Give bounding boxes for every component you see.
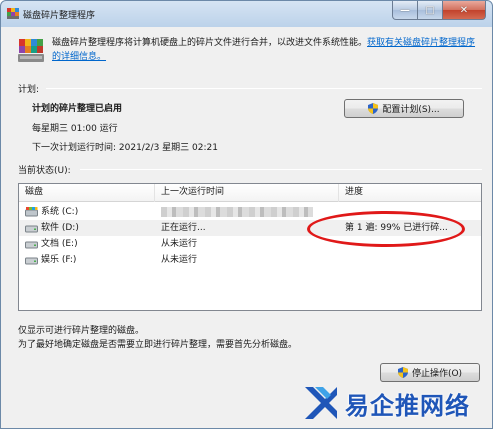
list-header: 磁盘 上一次运行时间 进度 bbox=[19, 184, 481, 202]
minimize-icon: — bbox=[400, 4, 410, 16]
drive-icon bbox=[25, 257, 38, 265]
schedule-next-run: 下一次计划运行时间: 2021/2/3 星期三 02:21 bbox=[32, 143, 218, 153]
footer-note-1: 仅显示可进行碎片整理的磁盘。 bbox=[18, 326, 145, 336]
schedule-section-label: 计划: bbox=[18, 85, 40, 95]
last-run: 从未运行 bbox=[161, 255, 198, 265]
title-bar[interactable]: 磁盘碎片整理程序 — □ ✕ bbox=[1, 1, 492, 27]
close-icon: ✕ bbox=[459, 4, 469, 16]
uac-shield-icon bbox=[368, 103, 379, 114]
intro-description: 磁盘碎片整理程序将计算机硬盘上的碎片文件进行合并，以改进文件系统性能。获取有关磁… bbox=[52, 36, 482, 64]
column-header-last-run[interactable]: 上一次运行时间 bbox=[155, 184, 339, 202]
watermark: 易企推网络 bbox=[301, 379, 491, 427]
maximize-icon: □ bbox=[425, 4, 435, 16]
drive-icon bbox=[25, 241, 38, 249]
column-header-disk[interactable]: 磁盘 bbox=[19, 184, 155, 202]
schedule-runs: 每星期三 01:00 运行 bbox=[32, 124, 118, 134]
schedule-heading: 计划的碎片整理已启用 bbox=[32, 104, 123, 114]
defrag-disk-icon bbox=[18, 39, 44, 62]
column-header-progress[interactable]: 进度 bbox=[339, 184, 481, 202]
close-button[interactable]: ✕ bbox=[443, 1, 486, 20]
disk-name: 软件 (D:) bbox=[41, 223, 79, 233]
uac-shield-icon bbox=[397, 367, 408, 378]
obscured-last-run bbox=[161, 207, 313, 217]
configure-schedule-label: 配置计划(S)... bbox=[382, 105, 440, 115]
status-separator bbox=[80, 169, 482, 170]
configure-schedule-button[interactable]: 配置计划(S)... bbox=[344, 99, 464, 118]
defrag-app-icon bbox=[7, 8, 19, 19]
table-row[interactable]: 娱乐 (F:) 从未运行 bbox=[19, 252, 481, 268]
last-run: 从未运行 bbox=[161, 239, 198, 249]
watermark-logo-icon bbox=[305, 387, 337, 419]
defrag-window: 磁盘碎片整理程序 — □ ✕ 磁盘碎片整理程序将计算机硬盘上的碎片文件进行合并，… bbox=[0, 0, 493, 429]
status-section-label: 当前状态(U): bbox=[18, 166, 71, 176]
stop-operation-label: 停止操作(O) bbox=[411, 369, 463, 379]
disk-status-list[interactable]: 磁盘 上一次运行时间 进度 系统 (C:) 软件 (D:) 正在运行... 第 … bbox=[18, 183, 482, 311]
disk-name: 系统 (C:) bbox=[41, 207, 79, 217]
maximize-button[interactable]: □ bbox=[418, 1, 443, 20]
drive-icon bbox=[25, 225, 38, 233]
disk-name: 娱乐 (F:) bbox=[41, 255, 77, 265]
highlight-ellipse bbox=[307, 211, 465, 247]
minimize-button[interactable]: — bbox=[392, 1, 418, 20]
window-title: 磁盘碎片整理程序 bbox=[23, 11, 96, 21]
schedule-separator bbox=[46, 88, 482, 89]
system-drive-icon bbox=[25, 207, 38, 217]
watermark-text: 易企推网络 bbox=[345, 390, 470, 420]
intro-text: 磁盘碎片整理程序将计算机硬盘上的碎片文件进行合并，以改进文件系统性能。 bbox=[52, 38, 368, 48]
disk-name: 文档 (E:) bbox=[41, 239, 78, 249]
last-run: 正在运行... bbox=[161, 223, 206, 233]
footer-note-2: 为了最好地确定磁盘是否需要立即进行碎片整理，需要首先分析磁盘。 bbox=[18, 340, 298, 350]
window-controls: — □ ✕ bbox=[392, 1, 486, 20]
